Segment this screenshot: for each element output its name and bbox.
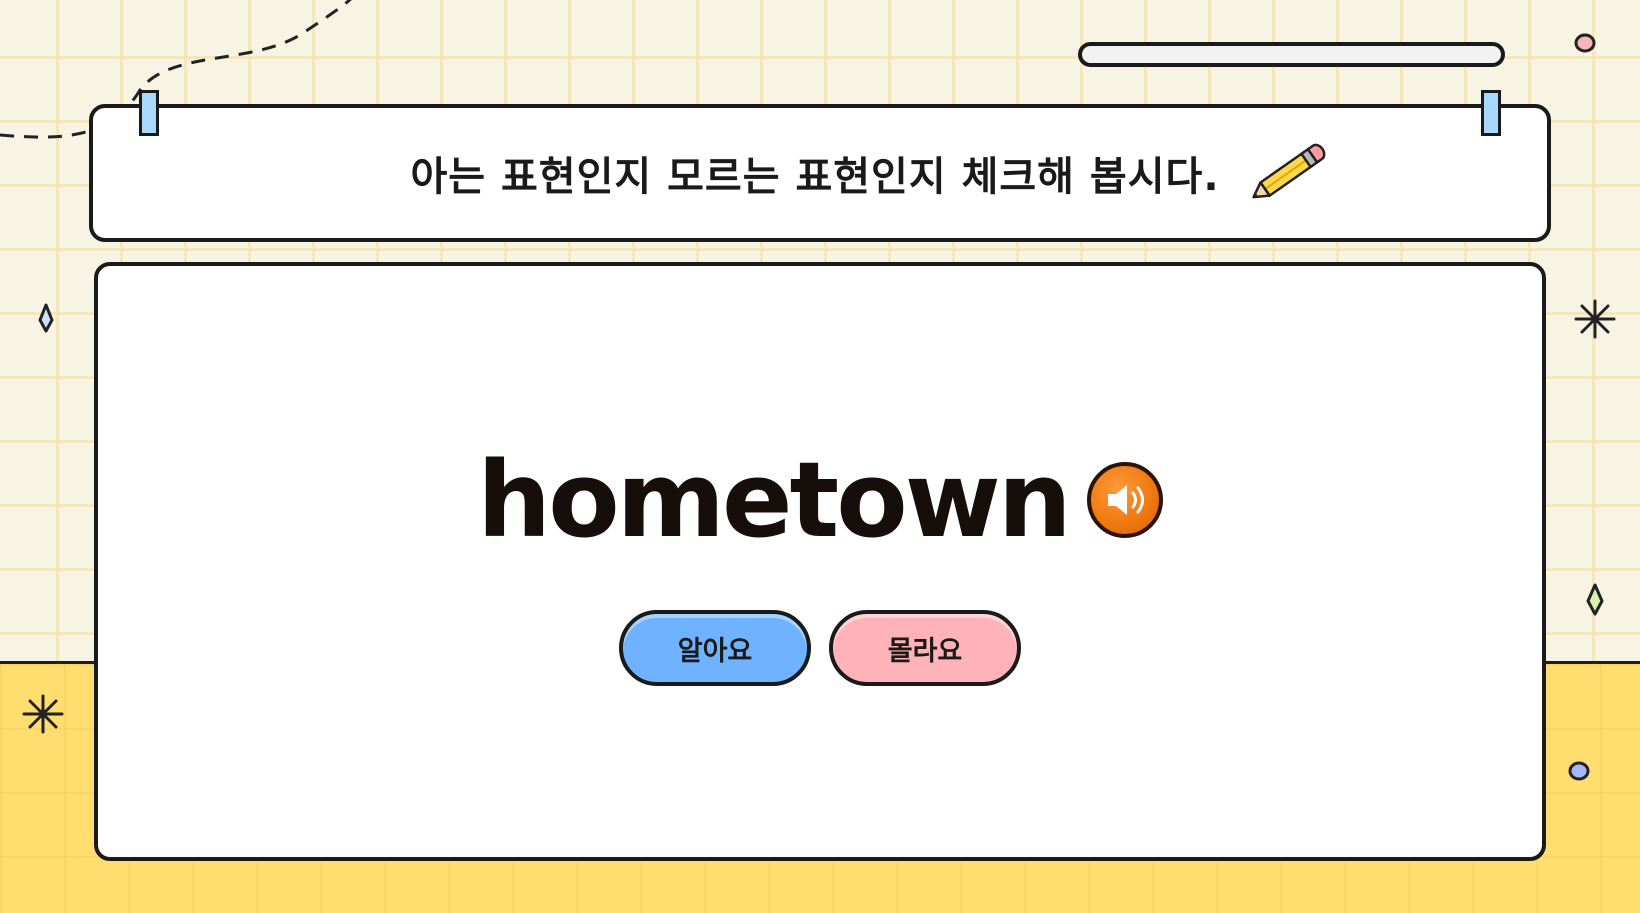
progress-bar [1078, 42, 1505, 67]
instruction-banner: 아는 표현인지 모르는 표현인지 체크해 봅시다. [89, 90, 1551, 242]
flashcard: hometown 알아요 몰라요 [94, 262, 1546, 861]
pencil-icon [1251, 143, 1325, 199]
speaker-button[interactable] [1086, 462, 1163, 538]
speaker-icon [1107, 485, 1144, 515]
paper-clip-left [139, 90, 159, 136]
instruction-text: 아는 표현인지 모르는 표현인지 체크해 봅시다. [410, 154, 1220, 200]
answer-buttons: 알아요 몰라요 [98, 610, 1542, 686]
diamond-sparkle-decoration [38, 303, 54, 333]
asterisk-decoration [1574, 299, 1616, 339]
circle-decoration-pink [1574, 33, 1596, 53]
dont-know-button[interactable]: 몰라요 [829, 610, 1021, 686]
know-button[interactable]: 알아요 [619, 610, 811, 686]
word-row: hometown [98, 439, 1542, 561]
vocabulary-word: hometown [477, 439, 1072, 561]
diamond-sparkle-decoration [1586, 583, 1604, 616]
paper-clip-right [1481, 90, 1501, 136]
